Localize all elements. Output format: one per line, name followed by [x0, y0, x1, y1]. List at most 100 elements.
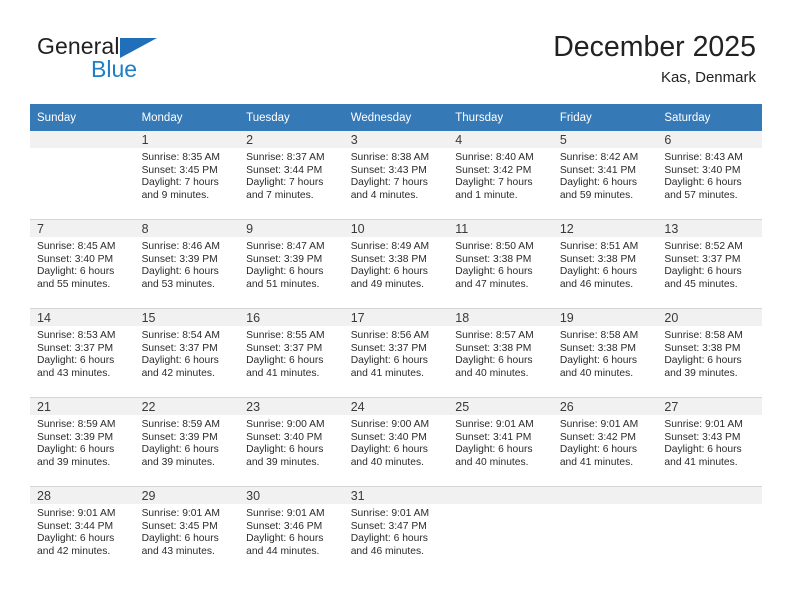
calendar-day-cell[interactable]: 28 Sunrise: 9:01 AM Sunset: 3:44 PM Dayligh… [30, 486, 135, 575]
day-number: 7 [30, 220, 135, 237]
calendar-day-cell[interactable]: 8 Sunrise: 8:46 AM Sunset: 3:39 PM Daylight… [134, 219, 240, 309]
calendar-day-cell[interactable]: 16 Sunrise: 8:55 AM Sunset: 3:37 PM Dayligh… [239, 308, 344, 398]
day-info-line: and 43 minutes. [37, 367, 111, 379]
day-number: 3 [343, 131, 449, 148]
day-sun-info: Sunrise: 8:42 AM Sunset: 3:41 PM Daylight:… [553, 148, 658, 202]
day-info-line: Sunrise: 8:47 AM [246, 241, 325, 252]
day-number: 20 [657, 309, 762, 326]
calendar-day-cell[interactable]: 17 Sunrise: 8:56 AM Sunset: 3:37 PM Dayligh… [343, 308, 449, 398]
day-info-line: and 41 minutes. [559, 456, 634, 468]
day-info-line: and 40 minutes. [455, 367, 529, 379]
day-cell-inner: 18 Sunrise: 8:57 AM Sunset: 3:38 PM Dayligh… [448, 309, 553, 397]
calendar-grid: Sunday Monday Tuesday Wednesday Thursday Frid… [30, 104, 762, 575]
calendar-day-cell[interactable]: 20 Sunrise: 8:58 AM Sunset: 3:38 PM Dayligh… [657, 308, 762, 398]
calendar-day-cell[interactable]: 29 Sunrise: 9:01 AM Sunset: 3:45 PM Dayligh… [134, 486, 240, 575]
day-info-line: Sunrise: 8:58 AM [664, 330, 743, 341]
day-info-line: Sunset: 3:37 PM [350, 342, 427, 354]
day-info-line: Sunrise: 8:37 AM [246, 152, 325, 163]
calendar-day-cell[interactable]: 31 Sunrise: 9:01 AM Sunset: 3:47 PM Dayligh… [343, 486, 449, 575]
calendar-day-cell[interactable]: 21 Sunrise: 8:59 AM Sunset: 3:39 PM Dayligh… [30, 397, 135, 487]
day-info-line: Sunset: 3:38 PM [455, 342, 532, 354]
day-info-line: Daylight: 6 hours [664, 177, 742, 189]
calendar-day-cell[interactable]: 23 Sunrise: 9:00 AM Sunset: 3:40 PM Dayligh… [239, 397, 344, 487]
calendar-week-row: 21 Sunrise: 8:59 AM Sunset: 3:39 PM Dayligh… [30, 397, 762, 487]
day-info-line: and 39 minutes. [37, 456, 111, 468]
day-sun-info: Sunrise: 8:46 AM Sunset: 3:39 PM Daylight:… [135, 237, 240, 291]
day-info-line: Daylight: 7 hours [455, 177, 533, 189]
day-info-line: Daylight: 7 hours [350, 177, 428, 189]
calendar-day-cell[interactable]: 26 Sunrise: 9:01 AM Sunset: 3:42 PM Dayligh… [552, 397, 658, 487]
day-info-line: Daylight: 6 hours [455, 444, 533, 456]
day-cell-inner: 8 Sunrise: 8:46 AM Sunset: 3:39 PM Daylight… [134, 220, 240, 308]
day-cell-inner: 10 Sunrise: 8:49 AM Sunset: 3:38 PM Dayligh… [343, 220, 449, 308]
day-info-line: Daylight: 6 hours [559, 355, 638, 367]
day-cell-inner: 22 Sunrise: 8:59 AM Sunset: 3:39 PM Dayligh… [134, 398, 240, 486]
calendar-day-cell[interactable]: 18 Sunrise: 8:57 AM Sunset: 3:38 PM Dayligh… [448, 308, 553, 398]
calendar-day-cell[interactable]: 3 Sunrise: 8:38 AM Sunset: 3:43 PM Daylight… [343, 131, 449, 220]
day-info-line: Daylight: 6 hours [246, 355, 324, 367]
calendar-day-cell[interactable]: 25 Sunrise: 9:01 AM Sunset: 3:41 PM Dayligh… [448, 397, 553, 487]
day-info-line: Sunset: 3:39 PM [37, 431, 114, 443]
page-subtitle: Kas, Denmark [660, 69, 756, 86]
day-info-line: Sunset: 3:45 PM [141, 164, 218, 176]
day-cell-inner: 27 Sunrise: 9:01 AM Sunset: 3:43 PM Dayligh… [657, 398, 762, 486]
day-info-line: Daylight: 6 hours [350, 533, 428, 545]
calendar-day-cell[interactable]: 5 Sunrise: 8:42 AM Sunset: 3:41 PM Daylight… [552, 131, 658, 220]
calendar-day-cell[interactable]: 13 Sunrise: 8:52 AM Sunset: 3:37 PM Dayligh… [657, 219, 762, 309]
calendar-day-cell[interactable]: 22 Sunrise: 8:59 AM Sunset: 3:39 PM Dayligh… [134, 397, 240, 487]
calendar-day-cell[interactable]: 19 Sunrise: 8:58 AM Sunset: 3:38 PM Dayligh… [552, 308, 658, 398]
day-cell-inner: 1 Sunrise: 8:35 AM Sunset: 3:45 PM Daylight… [134, 131, 240, 219]
day-cell-inner: 24 Sunrise: 9:00 AM Sunset: 3:40 PM Dayligh… [343, 398, 449, 486]
day-sun-info: Sunrise: 9:01 AM Sunset: 3:45 PM Daylight:… [135, 504, 240, 558]
calendar-day-cell[interactable]: 2 Sunrise: 8:37 AM Sunset: 3:44 PM Daylight… [239, 131, 344, 220]
page-title: December 2025 [553, 31, 756, 63]
day-info-line: Sunset: 3:37 PM [246, 342, 323, 354]
calendar-day-cell[interactable]: 1 Sunrise: 8:35 AM Sunset: 3:45 PM Daylight… [134, 131, 240, 220]
calendar-day-cell[interactable]: 7 Sunrise: 8:45 AM Sunset: 3:40 PM Daylight… [30, 219, 135, 309]
calendar-day-cell[interactable]: 10 Sunrise: 8:49 AM Sunset: 3:38 PM Dayligh… [343, 219, 449, 309]
day-info-line: Sunrise: 8:38 AM [350, 152, 430, 163]
general-blue-logo[interactable]: General Blue [37, 33, 237, 89]
day-info-line: Daylight: 6 hours [350, 266, 428, 278]
day-info-line: Sunset: 3:37 PM [141, 342, 218, 354]
day-number: 8 [134, 220, 240, 237]
day-info-line: Sunrise: 8:46 AM [141, 241, 220, 252]
calendar-day-cell[interactable]: 4 Sunrise: 8:40 AM Sunset: 3:42 PM Daylight… [448, 131, 553, 220]
day-number [30, 131, 135, 148]
day-sun-info: Sunrise: 8:59 AM Sunset: 3:39 PM Daylight:… [135, 415, 240, 469]
day-info-line: and 9 minutes. [141, 189, 210, 201]
day-sun-info: Sunrise: 8:51 AM Sunset: 3:38 PM Daylight:… [553, 237, 658, 291]
day-info-line: Sunset: 3:44 PM [37, 520, 114, 532]
calendar-day-cell[interactable]: 27 Sunrise: 9:01 AM Sunset: 3:43 PM Dayligh… [657, 397, 762, 487]
calendar-page: General Blue December 2025 Kas, Denmark … [0, 0, 792, 612]
calendar-day-cell[interactable]: 30 Sunrise: 9:01 AM Sunset: 3:46 PM Dayligh… [239, 486, 344, 575]
day-info-line: Daylight: 6 hours [559, 177, 638, 189]
day-info-line: Sunrise: 9:01 AM [559, 419, 639, 430]
calendar-empty-cell [30, 131, 135, 220]
day-sun-info [30, 148, 135, 152]
day-info-line: and 40 minutes. [350, 456, 424, 468]
calendar-day-cell[interactable]: 9 Sunrise: 8:47 AM Sunset: 3:39 PM Daylight… [239, 219, 344, 309]
day-info-line: Sunset: 3:39 PM [141, 431, 218, 443]
logo-text-blue: Blue [91, 56, 138, 82]
calendar-day-cell[interactable]: 6 Sunrise: 8:43 AM Sunset: 3:40 PM Daylight… [657, 131, 762, 220]
calendar-day-cell[interactable]: 11 Sunrise: 8:50 AM Sunset: 3:38 PM Dayligh… [448, 219, 553, 309]
day-info-line: and 40 minutes. [559, 367, 634, 379]
day-info-line: Sunrise: 8:58 AM [559, 330, 639, 341]
day-info-line: Sunset: 3:38 PM [664, 342, 741, 354]
day-info-line: and 47 minutes. [455, 278, 529, 290]
calendar-week-row: 7 Sunrise: 8:45 AM Sunset: 3:40 PM Daylight… [30, 219, 762, 309]
day-cell-inner: 3 Sunrise: 8:38 AM Sunset: 3:43 PM Daylight… [343, 131, 449, 219]
calendar-empty-cell [657, 486, 762, 575]
calendar-day-cell[interactable]: 15 Sunrise: 8:54 AM Sunset: 3:37 PM Dayligh… [134, 308, 240, 398]
calendar-day-cell[interactable]: 12 Sunrise: 8:51 AM Sunset: 3:38 PM Dayligh… [552, 219, 658, 309]
day-info-line: Sunrise: 8:40 AM [455, 152, 534, 163]
day-cell-inner: 2 Sunrise: 8:37 AM Sunset: 3:44 PM Daylight… [239, 131, 344, 219]
calendar-day-cell[interactable]: 24 Sunrise: 9:00 AM Sunset: 3:40 PM Dayligh… [343, 397, 449, 487]
calendar-day-cell[interactable]: 14 Sunrise: 8:53 AM Sunset: 3:37 PM Dayligh… [30, 308, 135, 398]
day-info-line: Sunrise: 8:45 AM [37, 241, 116, 252]
day-sun-info [657, 504, 762, 508]
calendar-body: 1 Sunrise: 8:35 AM Sunset: 3:45 PM Daylight… [30, 131, 762, 575]
day-number: 17 [343, 309, 449, 326]
day-number: 31 [343, 487, 449, 504]
